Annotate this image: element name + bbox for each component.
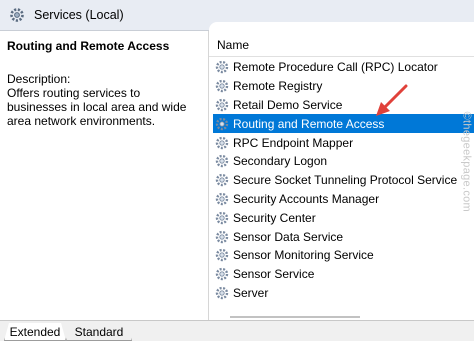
service-row-label: RPC Endpoint Mapper	[233, 135, 354, 150]
service-row[interactable]: Secure Socket Tunneling Protocol Service	[213, 171, 474, 190]
service-row-label: Secure Socket Tunneling Protocol Service	[233, 173, 458, 188]
services-list-pane: Name Remote Procedure Call (RPC) Locator…	[209, 22, 474, 320]
watermark: ©thegeekpage.com	[460, 111, 472, 212]
service-gear-icon	[214, 78, 230, 94]
service-row-label: Security Accounts Manager	[233, 191, 380, 206]
service-row-label: Remote Registry	[233, 79, 323, 94]
view-tabs: Extended Standard	[0, 320, 474, 341]
tab-extended[interactable]: Extended	[4, 323, 66, 341]
service-row-label: Sensor Monitoring Service	[233, 248, 374, 263]
service-row-label: Sensor Data Service	[233, 229, 344, 244]
service-gear-icon	[214, 135, 230, 151]
selected-service-name: Routing and Remote Access	[7, 39, 170, 53]
service-gear-icon	[214, 247, 230, 263]
service-row-label: Routing and Remote Access	[233, 116, 385, 131]
service-gear-icon	[214, 229, 230, 245]
service-row-label: Server	[233, 285, 269, 300]
service-gear-icon	[214, 59, 230, 75]
services-list: Remote Procedure Call (RPC) Locator Remo…	[213, 58, 474, 302]
services-gear-icon	[8, 7, 26, 26]
red-arrow-icon	[370, 82, 420, 125]
service-row[interactable]: RPC Endpoint Mapper	[213, 133, 474, 152]
service-row-label: Security Center	[233, 210, 316, 225]
service-gear-icon	[214, 172, 230, 188]
window-title: Services (Local)	[34, 8, 124, 22]
service-gear-icon	[214, 210, 230, 226]
service-row[interactable]: Security Center	[213, 208, 474, 227]
service-row[interactable]: Remote Procedure Call (RPC) Locator	[213, 58, 474, 77]
service-row-label: Sensor Service	[233, 267, 315, 282]
service-row-label: Secondary Logon	[233, 154, 328, 169]
service-gear-icon	[214, 191, 230, 207]
service-row[interactable]: Server	[213, 284, 474, 303]
tab-standard[interactable]: Standard	[66, 323, 132, 341]
service-gear-icon	[214, 116, 230, 132]
horizontal-scrollbar[interactable]	[230, 316, 360, 318]
header-divider	[209, 56, 474, 57]
service-row-label: Retail Demo Service	[233, 97, 343, 112]
details-pane: Routing and Remote Access Description: O…	[0, 31, 209, 320]
service-description: Offers routing services to businesses in…	[7, 86, 187, 128]
service-row[interactable]: Sensor Monitoring Service	[213, 246, 474, 265]
service-gear-icon	[214, 285, 230, 301]
service-row[interactable]: Retail Demo Service	[213, 96, 474, 115]
service-row[interactable]: Security Accounts Manager	[213, 190, 474, 209]
name-column-header[interactable]: Name	[217, 38, 249, 52]
service-row[interactable]: Remote Registry	[213, 77, 474, 96]
service-row-selected[interactable]: Routing and Remote Access	[213, 114, 474, 134]
service-gear-icon	[214, 97, 230, 113]
service-row[interactable]: Secondary Logon	[213, 152, 474, 171]
service-row-label: Remote Procedure Call (RPC) Locator	[233, 60, 438, 75]
service-row[interactable]: Sensor Data Service	[213, 227, 474, 246]
service-gear-icon	[214, 153, 230, 169]
service-row[interactable]: Sensor Service	[213, 265, 474, 284]
service-gear-icon	[214, 266, 230, 282]
description-label: Description:	[7, 72, 71, 86]
